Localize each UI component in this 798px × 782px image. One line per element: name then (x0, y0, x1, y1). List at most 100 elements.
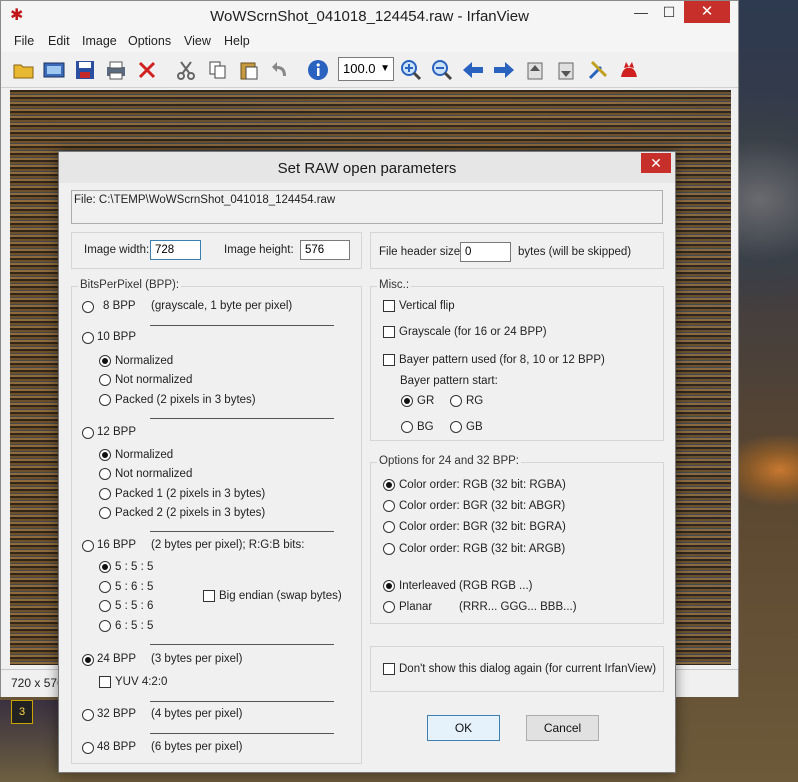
ok-button[interactable]: OK (427, 715, 500, 741)
bayer-checkbox[interactable] (383, 354, 395, 366)
tools-icon[interactable] (585, 57, 611, 83)
radio-12bpp-packed2[interactable] (99, 507, 111, 519)
image-height-input[interactable]: 576 (300, 240, 350, 260)
undo-icon[interactable] (267, 57, 293, 83)
file-path-box: File: C:\TEMP\WoWScrnShot_041018_124454.… (71, 190, 663, 224)
label-12bpp-normalized: Normalized (115, 449, 174, 461)
vertical-flip-checkbox[interactable] (383, 300, 395, 312)
radio-10bpp-normalized[interactable] (99, 355, 111, 367)
paste-icon[interactable] (236, 57, 262, 83)
menu-bar: File Edit Image Options View Help (1, 32, 738, 52)
next-arrow-icon[interactable] (491, 57, 517, 83)
menu-image[interactable]: Image (82, 34, 117, 48)
radio-16bpp-655[interactable] (99, 620, 111, 632)
label-10bpp: 10 BPP (97, 331, 136, 343)
menu-options[interactable]: Options (128, 34, 171, 48)
open-folder-icon[interactable] (11, 57, 37, 83)
label-12bpp-not-normalized: Not normalized (115, 468, 193, 480)
menu-file[interactable]: File (14, 34, 34, 48)
zoom-out-icon[interactable] (429, 57, 455, 83)
header-size-input[interactable]: 0 (460, 242, 511, 262)
radio-order-argb[interactable] (383, 543, 395, 555)
label-order-abgr: Color order: BGR (32 bit: ABGR) (399, 500, 566, 512)
desc-24bpp: (3 bytes per pixel) (151, 653, 243, 665)
label-8bpp: 8 BPP (103, 300, 136, 312)
status-dimensions: 720 x 576 (11, 676, 64, 690)
minimize-button[interactable]: — (627, 1, 655, 23)
copy-icon[interactable] (205, 57, 231, 83)
irfanview-cat-icon[interactable] (616, 57, 642, 83)
separator (150, 325, 334, 326)
radio-order-bgra[interactable] (383, 521, 395, 533)
radio-12bpp-packed1[interactable] (99, 488, 111, 500)
radio-16bpp[interactable] (82, 540, 94, 552)
radio-10bpp[interactable] (82, 332, 94, 344)
toolbar: 100.0 ▼ (1, 53, 738, 88)
slideshow-icon[interactable] (41, 57, 67, 83)
radio-order-abgr[interactable] (383, 500, 395, 512)
radio-24bpp[interactable] (82, 654, 94, 666)
zoom-in-icon[interactable] (398, 57, 424, 83)
radio-10bpp-packed[interactable] (99, 394, 111, 406)
label-48bpp: 48 BPP (97, 741, 136, 753)
image-width-input[interactable]: 728 (150, 240, 201, 260)
radio-16bpp-565[interactable] (99, 581, 111, 593)
label-10bpp-packed: Packed (2 pixels in 3 bytes) (115, 394, 256, 406)
radio-interleaved[interactable] (383, 580, 395, 592)
label-16bpp-565: 5 : 6 : 5 (115, 581, 154, 593)
cancel-button[interactable]: Cancel (526, 715, 599, 741)
menu-help[interactable]: Help (224, 34, 250, 48)
title-bar[interactable]: ✱ WoWScrnShot_041018_124454.raw - IrfanV… (1, 1, 738, 32)
dialog-close-button[interactable]: ✕ (641, 153, 671, 173)
radio-planar[interactable] (383, 601, 395, 613)
radio-32bpp[interactable] (82, 709, 94, 721)
yuv-checkbox[interactable] (99, 676, 111, 688)
grayscale-checkbox[interactable] (383, 326, 395, 338)
big-endian-label: Big endian (swap bytes) (219, 590, 342, 602)
radio-bayer-gr[interactable] (401, 395, 413, 407)
desc-planar: (RRR... GGG... BBB...) (459, 601, 577, 613)
header-size-group: File header size: 0 bytes (will be skipp… (370, 232, 664, 269)
radio-16bpp-556[interactable] (99, 600, 111, 612)
radio-bayer-gb[interactable] (450, 421, 462, 433)
close-button[interactable]: ✕ (684, 1, 730, 23)
bayer-start-label: Bayer pattern start: (400, 375, 498, 387)
label-order-rgba: Color order: RGB (32 bit: RGBA) (399, 479, 566, 491)
radio-12bpp-normalized[interactable] (99, 449, 111, 461)
maximize-button[interactable]: ☐ (655, 1, 683, 23)
info-icon[interactable] (305, 57, 331, 83)
save-icon[interactable] (72, 57, 98, 83)
radio-8bpp[interactable] (82, 301, 94, 313)
radio-12bpp[interactable] (82, 427, 94, 439)
print-icon[interactable] (103, 57, 129, 83)
label-bayer-bg: BG (417, 421, 434, 433)
radio-bayer-bg[interactable] (401, 421, 413, 433)
radio-bayer-rg[interactable] (450, 395, 462, 407)
zoom-value: 100.0 (343, 61, 376, 76)
page-up-icon[interactable] (522, 57, 548, 83)
label-12bpp: 12 BPP (97, 426, 136, 438)
zoom-select[interactable]: 100.0 ▼ (338, 57, 394, 81)
radio-order-rgba[interactable] (383, 479, 395, 491)
cut-icon[interactable] (173, 57, 199, 83)
radio-48bpp[interactable] (82, 742, 94, 754)
label-interleaved: Interleaved (399, 580, 456, 592)
radio-16bpp-555[interactable] (99, 561, 111, 573)
menu-view[interactable]: View (184, 34, 211, 48)
desc-48bpp: (6 bytes per pixel) (151, 741, 243, 753)
dont-show-checkbox[interactable] (383, 663, 395, 675)
previous-arrow-icon[interactable] (460, 57, 486, 83)
label-12bpp-packed2: Packed 2 (2 pixels in 3 bytes) (115, 507, 266, 519)
page-down-icon[interactable] (553, 57, 579, 83)
radio-12bpp-not-normalized[interactable] (99, 468, 111, 480)
label-order-argb: Color order: RGB (32 bit: ARGB) (399, 543, 566, 555)
image-width-label: Image width: (84, 244, 150, 256)
raw-open-dialog: Set RAW open parameters ✕ File: C:\TEMP\… (58, 151, 676, 773)
big-endian-checkbox[interactable] (203, 590, 215, 602)
dialog-title-bar[interactable]: Set RAW open parameters ✕ (59, 152, 675, 183)
header-size-label: File header size: (379, 246, 464, 258)
delete-icon[interactable] (134, 57, 160, 83)
menu-edit[interactable]: Edit (48, 34, 70, 48)
radio-10bpp-not-normalized[interactable] (99, 374, 111, 386)
desc-8bpp: (grayscale, 1 byte per pixel) (151, 300, 293, 312)
